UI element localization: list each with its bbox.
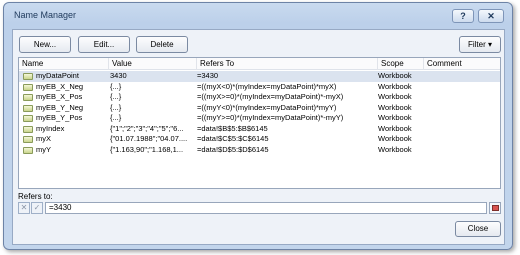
header-scope[interactable]: Scope bbox=[378, 58, 424, 70]
edit-button[interactable]: Edit... bbox=[78, 36, 130, 53]
list-header: Name Value Refers To Scope Comment bbox=[19, 58, 500, 70]
row-comment bbox=[424, 134, 499, 145]
confirm-edit-icon[interactable]: ✓ bbox=[31, 202, 43, 214]
row-comment bbox=[424, 145, 499, 156]
row-refers-to: =((myY>=0)*(myIndex=myDataPoint)*-myY) bbox=[197, 113, 344, 122]
row-refers-to: =data!$B$5:$B$6145 bbox=[197, 123, 268, 133]
collapse-dialog-icon[interactable] bbox=[489, 202, 501, 214]
table-row[interactable]: myX {"01.07.1988";"04.07.... =data!$C$5:… bbox=[19, 134, 500, 145]
named-range-icon bbox=[23, 146, 33, 154]
row-value: {...} bbox=[110, 81, 122, 91]
table-row[interactable]: myY {"1.163,90";"1.168,1... =data!$D$5:$… bbox=[19, 145, 500, 156]
row-value: 3430 bbox=[110, 71, 127, 80]
named-range-icon bbox=[23, 125, 33, 133]
name-manager-dialog: Name Manager ? ✕ New... Edit... Delete F… bbox=[3, 2, 513, 250]
dialog-title: Name Manager bbox=[14, 10, 77, 20]
close-button[interactable]: Close bbox=[455, 221, 501, 237]
row-scope: Workbook bbox=[378, 113, 412, 122]
row-scope: Workbook bbox=[378, 71, 412, 80]
row-name: myDataPoint bbox=[36, 71, 79, 80]
named-range-icon bbox=[23, 136, 33, 143]
row-name: myY bbox=[36, 144, 51, 154]
row-scope: Workbook bbox=[378, 92, 412, 101]
table-row[interactable]: myEB_Y_Neg {...} =((myY<0)*(myIndex=myDa… bbox=[19, 103, 500, 114]
named-range-icon bbox=[23, 115, 33, 122]
table-row[interactable]: myIndex {"1";"2";"3";"4";"5";"6... =data… bbox=[19, 124, 500, 135]
row-scope: Workbook bbox=[378, 102, 412, 112]
table-row[interactable]: myEB_X_Neg {...} =((myX<0)*(myIndex=myDa… bbox=[19, 82, 500, 93]
row-refers-to: =((myY<0)*(myIndex=myDataPoint)*myY) bbox=[197, 102, 337, 112]
row-scope: Workbook bbox=[378, 81, 412, 91]
row-value: {"1";"2";"3";"4";"5";"6... bbox=[110, 123, 184, 133]
delete-button[interactable]: Delete bbox=[136, 36, 188, 53]
row-comment bbox=[424, 113, 499, 124]
row-value: {...} bbox=[110, 92, 122, 101]
row-value: {...} bbox=[110, 102, 122, 112]
header-name[interactable]: Name bbox=[19, 58, 109, 70]
row-name: myEB_Y_Neg bbox=[36, 102, 84, 112]
row-comment bbox=[424, 124, 499, 135]
row-comment bbox=[424, 92, 499, 103]
row-scope: Workbook bbox=[378, 144, 412, 154]
row-comment bbox=[424, 71, 499, 82]
row-refers-to: =data!$C$5:$C$6145 bbox=[197, 134, 269, 143]
named-range-icon bbox=[23, 104, 33, 112]
help-button[interactable]: ? bbox=[452, 9, 474, 23]
row-scope: Workbook bbox=[378, 123, 412, 133]
table-row[interactable]: myEB_X_Pos {...} =((myX>=0)*(myIndex=myD… bbox=[19, 92, 500, 103]
names-list[interactable]: Name Value Refers To Scope Comment myDat… bbox=[18, 57, 501, 189]
row-name: myIndex bbox=[36, 123, 65, 133]
row-scope: Workbook bbox=[378, 134, 412, 143]
header-comment[interactable]: Comment bbox=[424, 58, 502, 70]
cancel-edit-icon[interactable]: ✕ bbox=[18, 202, 30, 214]
row-refers-to: =3430 bbox=[197, 71, 219, 80]
named-range-icon bbox=[23, 73, 33, 80]
row-value: {"01.07.1988";"04.07.... bbox=[110, 134, 188, 143]
named-range-icon bbox=[23, 83, 33, 91]
refers-to-input[interactable]: =3430 bbox=[45, 202, 487, 214]
row-name: myEB_Y_Pos bbox=[36, 113, 83, 122]
header-value[interactable]: Value bbox=[109, 58, 197, 70]
dialog-content: New... Edit... Delete Filter ▾ Name Valu… bbox=[12, 29, 505, 245]
row-comment bbox=[424, 103, 499, 114]
refers-to-label: Refers to: bbox=[18, 192, 53, 201]
row-comment bbox=[424, 82, 499, 93]
row-name: myX bbox=[36, 134, 51, 143]
table-row[interactable]: myEB_Y_Pos {...} =((myY>=0)*(myIndex=myD… bbox=[19, 113, 500, 124]
header-refers-to[interactable]: Refers To bbox=[197, 58, 378, 70]
row-value: {"1.163,90";"1.168,1... bbox=[110, 144, 184, 154]
row-refers-to: =((myX>=0)*(myIndex=myDataPoint)*-myX) bbox=[197, 92, 344, 101]
close-window-button[interactable]: ✕ bbox=[478, 9, 504, 23]
new-button[interactable]: New... bbox=[19, 36, 71, 53]
table-row[interactable]: myDataPoint 3430 =3430 Workbook bbox=[19, 71, 500, 82]
row-name: myEB_X_Pos bbox=[36, 92, 83, 101]
row-refers-to: =((myX<0)*(myIndex=myDataPoint)*myX) bbox=[197, 81, 337, 91]
filter-button[interactable]: Filter ▾ bbox=[459, 36, 501, 53]
row-name: myEB_X_Neg bbox=[36, 81, 84, 91]
named-range-icon bbox=[23, 94, 33, 101]
row-refers-to: =data!$D$5:$D$6145 bbox=[197, 144, 269, 154]
row-value: {...} bbox=[110, 113, 122, 122]
